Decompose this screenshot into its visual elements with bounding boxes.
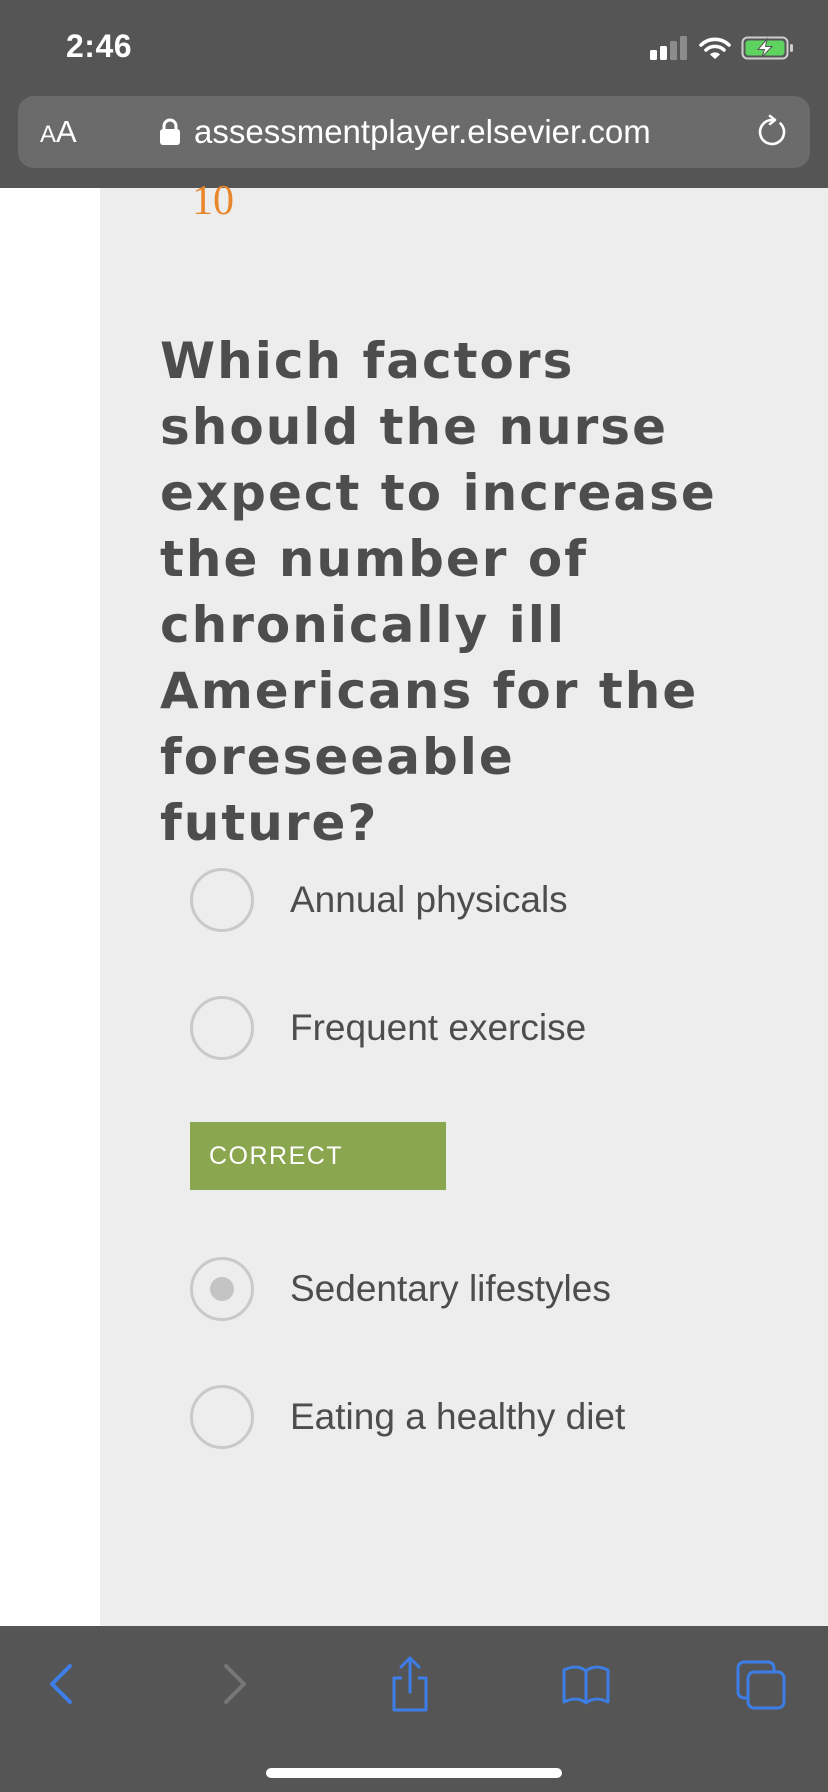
home-indicator (266, 1768, 562, 1778)
wifi-icon (699, 37, 731, 59)
text-size-small-glyph: A (40, 121, 57, 148)
radio-button[interactable] (190, 996, 254, 1060)
lock-icon (160, 118, 180, 145)
answer-option-label: Annual physicals (290, 879, 568, 920)
answer-option[interactable]: Annual physicals (190, 868, 750, 938)
back-icon[interactable] (32, 1654, 92, 1714)
status-time: 2:46 (66, 28, 133, 64)
browser-top-bar: 2:46 AA assessmentplayer.elsevier.com (0, 0, 828, 188)
answer-option-label: Sedentary lifestyles (290, 1268, 611, 1309)
battery-charging-icon (741, 36, 793, 60)
radio-button-selected[interactable] (190, 1257, 254, 1321)
reload-icon[interactable] (754, 114, 790, 150)
page-content: 10 Which factors should the nurse expect… (0, 178, 828, 1626)
question-text: Which factors should the nurse expect to… (160, 332, 717, 852)
text-size-large-glyph: A (56, 114, 77, 149)
forward-icon[interactable] (204, 1654, 264, 1714)
browser-toolbar (0, 1626, 828, 1792)
question-number: 10 (192, 178, 234, 224)
answer-option-selected[interactable]: Sedentary lifestyles (190, 1257, 750, 1327)
radio-button[interactable] (190, 1385, 254, 1449)
answer-option[interactable]: Frequent exercise (190, 996, 750, 1066)
answer-option-label: Eating a healthy diet (290, 1396, 626, 1437)
signal-icon (650, 36, 687, 60)
radio-button[interactable] (190, 868, 254, 932)
correct-badge: CORRECT (190, 1122, 446, 1190)
text-size-button[interactable]: AA (40, 114, 77, 150)
bookmarks-icon[interactable] (556, 1654, 616, 1714)
url-text[interactable]: assessmentplayer.elsevier.com (194, 110, 651, 154)
answer-option[interactable]: Eating a healthy diet (190, 1385, 750, 1455)
answer-option-label: Frequent exercise (290, 1007, 587, 1048)
share-icon[interactable] (380, 1654, 440, 1714)
radio-selected-dot (210, 1277, 234, 1301)
question-panel: 10 Which factors should the nurse expect… (100, 178, 828, 1626)
tabs-icon[interactable] (732, 1654, 792, 1714)
address-bar[interactable]: AA assessmentplayer.elsevier.com (18, 96, 810, 168)
